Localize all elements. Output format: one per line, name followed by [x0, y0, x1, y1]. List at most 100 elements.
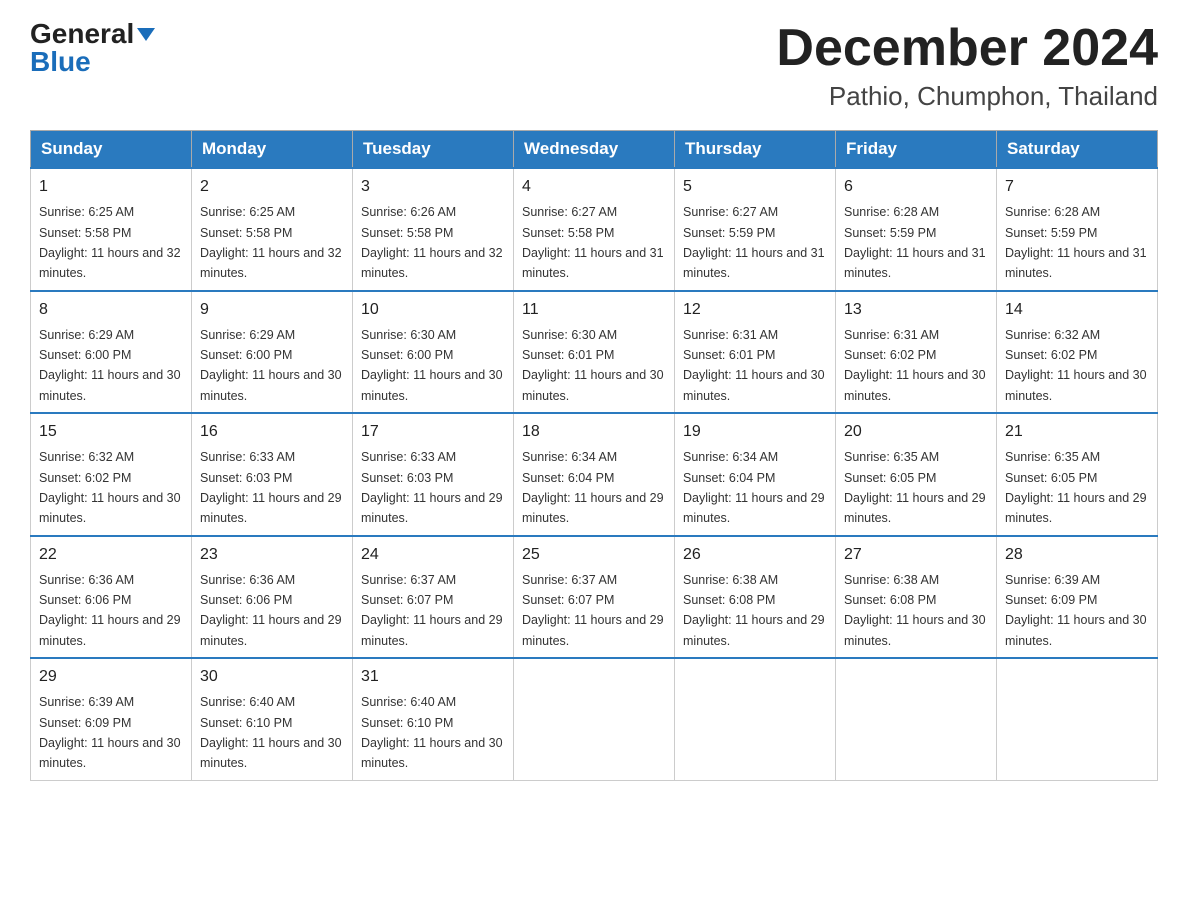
month-title: December 2024 [776, 20, 1158, 77]
day-number: 2 [200, 175, 344, 199]
day-info: Sunrise: 6:30 AMSunset: 6:00 PMDaylight:… [361, 328, 503, 403]
day-info: Sunrise: 6:40 AMSunset: 6:10 PMDaylight:… [361, 695, 503, 770]
day-info: Sunrise: 6:27 AMSunset: 5:59 PMDaylight:… [683, 205, 825, 280]
day-number: 12 [683, 298, 827, 322]
day-number: 18 [522, 420, 666, 444]
day-number: 1 [39, 175, 183, 199]
day-number: 24 [361, 543, 505, 567]
day-number: 22 [39, 543, 183, 567]
week-row-2: 8 Sunrise: 6:29 AMSunset: 6:00 PMDaylight… [31, 291, 1158, 414]
logo-blue: Blue [30, 46, 91, 78]
day-info: Sunrise: 6:34 AMSunset: 6:04 PMDaylight:… [522, 450, 664, 525]
day-number: 19 [683, 420, 827, 444]
day-info: Sunrise: 6:25 AMSunset: 5:58 PMDaylight:… [200, 205, 342, 280]
day-info: Sunrise: 6:36 AMSunset: 6:06 PMDaylight:… [200, 573, 342, 648]
day-cell: 1 Sunrise: 6:25 AMSunset: 5:58 PMDaylight… [31, 168, 192, 291]
day-cell: 30 Sunrise: 6:40 AMSunset: 6:10 PMDayligh… [192, 658, 353, 780]
day-cell: 8 Sunrise: 6:29 AMSunset: 6:00 PMDaylight… [31, 291, 192, 414]
day-info: Sunrise: 6:29 AMSunset: 6:00 PMDaylight:… [39, 328, 181, 403]
day-cell: 19 Sunrise: 6:34 AMSunset: 6:04 PMDayligh… [675, 413, 836, 536]
day-cell: 21 Sunrise: 6:35 AMSunset: 6:05 PMDayligh… [997, 413, 1158, 536]
day-number: 31 [361, 665, 505, 689]
day-cell: 22 Sunrise: 6:36 AMSunset: 6:06 PMDayligh… [31, 536, 192, 659]
day-info: Sunrise: 6:28 AMSunset: 5:59 PMDaylight:… [844, 205, 986, 280]
day-cell: 6 Sunrise: 6:28 AMSunset: 5:59 PMDaylight… [836, 168, 997, 291]
page-header: General Blue December 2024 Pathio, Chump… [30, 20, 1158, 112]
week-row-5: 29 Sunrise: 6:39 AMSunset: 6:09 PMDayligh… [31, 658, 1158, 780]
day-info: Sunrise: 6:38 AMSunset: 6:08 PMDaylight:… [683, 573, 825, 648]
day-cell: 13Sunrise: 6:31 AMSunset: 6:02 PMDayligh… [836, 291, 997, 414]
day-cell: 15Sunrise: 6:32 AMSunset: 6:02 PMDayligh… [31, 413, 192, 536]
day-info: Sunrise: 6:30 AMSunset: 6:01 PMDaylight:… [522, 328, 664, 403]
header-day-thursday: Thursday [675, 131, 836, 169]
day-number: 14 [1005, 298, 1149, 322]
day-info: Sunrise: 6:32 AMSunset: 6:02 PMDaylight:… [39, 450, 181, 525]
location-title: Pathio, Chumphon, Thailand [776, 81, 1158, 112]
title-area: December 2024 Pathio, Chumphon, Thailand [776, 20, 1158, 112]
day-number: 29 [39, 665, 183, 689]
day-cell: 3Sunrise: 6:26 AMSunset: 5:58 PMDaylight… [353, 168, 514, 291]
header-day-wednesday: Wednesday [514, 131, 675, 169]
day-cell: 25 Sunrise: 6:37 AMSunset: 6:07 PMDayligh… [514, 536, 675, 659]
calendar-table: SundayMondayTuesdayWednesdayThursdayFrid… [30, 130, 1158, 781]
day-info: Sunrise: 6:40 AMSunset: 6:10 PMDaylight:… [200, 695, 342, 770]
day-info: Sunrise: 6:36 AMSunset: 6:06 PMDaylight:… [39, 573, 181, 648]
header-day-friday: Friday [836, 131, 997, 169]
day-cell: 11 Sunrise: 6:30 AMSunset: 6:01 PMDayligh… [514, 291, 675, 414]
day-info: Sunrise: 6:39 AMSunset: 6:09 PMDaylight:… [39, 695, 181, 770]
day-number: 25 [522, 543, 666, 567]
day-cell: 18 Sunrise: 6:34 AMSunset: 6:04 PMDayligh… [514, 413, 675, 536]
day-cell: 7Sunrise: 6:28 AMSunset: 5:59 PMDaylight… [997, 168, 1158, 291]
day-number: 8 [39, 298, 183, 322]
day-cell: 20Sunrise: 6:35 AMSunset: 6:05 PMDayligh… [836, 413, 997, 536]
day-cell: 23Sunrise: 6:36 AMSunset: 6:06 PMDayligh… [192, 536, 353, 659]
day-info: Sunrise: 6:29 AMSunset: 6:00 PMDaylight:… [200, 328, 342, 403]
header-row: SundayMondayTuesdayWednesdayThursdayFrid… [31, 131, 1158, 169]
header-day-monday: Monday [192, 131, 353, 169]
header-day-tuesday: Tuesday [353, 131, 514, 169]
day-info: Sunrise: 6:25 AMSunset: 5:58 PMDaylight:… [39, 205, 181, 280]
week-row-3: 15Sunrise: 6:32 AMSunset: 6:02 PMDayligh… [31, 413, 1158, 536]
day-number: 16 [200, 420, 344, 444]
week-row-1: 1 Sunrise: 6:25 AMSunset: 5:58 PMDaylight… [31, 168, 1158, 291]
day-info: Sunrise: 6:31 AMSunset: 6:02 PMDaylight:… [844, 328, 986, 403]
day-number: 26 [683, 543, 827, 567]
logo: General Blue [30, 20, 155, 78]
day-cell [836, 658, 997, 780]
day-info: Sunrise: 6:32 AMSunset: 6:02 PMDaylight:… [1005, 328, 1147, 403]
day-info: Sunrise: 6:35 AMSunset: 6:05 PMDaylight:… [844, 450, 986, 525]
day-number: 4 [522, 175, 666, 199]
day-info: Sunrise: 6:39 AMSunset: 6:09 PMDaylight:… [1005, 573, 1147, 648]
day-info: Sunrise: 6:27 AMSunset: 5:58 PMDaylight:… [522, 205, 664, 280]
day-number: 21 [1005, 420, 1149, 444]
day-cell [675, 658, 836, 780]
day-number: 28 [1005, 543, 1149, 567]
day-number: 6 [844, 175, 988, 199]
day-number: 17 [361, 420, 505, 444]
day-cell: 10Sunrise: 6:30 AMSunset: 6:00 PMDayligh… [353, 291, 514, 414]
day-info: Sunrise: 6:33 AMSunset: 6:03 PMDaylight:… [361, 450, 503, 525]
day-number: 11 [522, 298, 666, 322]
day-cell [997, 658, 1158, 780]
day-number: 3 [361, 175, 505, 199]
day-cell: 29 Sunrise: 6:39 AMSunset: 6:09 PMDayligh… [31, 658, 192, 780]
day-info: Sunrise: 6:33 AMSunset: 6:03 PMDaylight:… [200, 450, 342, 525]
day-info: Sunrise: 6:31 AMSunset: 6:01 PMDaylight:… [683, 328, 825, 403]
day-cell: 9Sunrise: 6:29 AMSunset: 6:00 PMDaylight… [192, 291, 353, 414]
day-cell: 17 Sunrise: 6:33 AMSunset: 6:03 PMDayligh… [353, 413, 514, 536]
day-number: 5 [683, 175, 827, 199]
day-cell: 2 Sunrise: 6:25 AMSunset: 5:58 PMDaylight… [192, 168, 353, 291]
day-info: Sunrise: 6:28 AMSunset: 5:59 PMDaylight:… [1005, 205, 1147, 280]
logo-text: General [30, 20, 155, 48]
day-cell: 28 Sunrise: 6:39 AMSunset: 6:09 PMDayligh… [997, 536, 1158, 659]
day-cell: 5 Sunrise: 6:27 AMSunset: 5:59 PMDaylight… [675, 168, 836, 291]
day-number: 30 [200, 665, 344, 689]
header-day-saturday: Saturday [997, 131, 1158, 169]
day-cell: 31 Sunrise: 6:40 AMSunset: 6:10 PMDayligh… [353, 658, 514, 780]
day-info: Sunrise: 6:34 AMSunset: 6:04 PMDaylight:… [683, 450, 825, 525]
day-info: Sunrise: 6:37 AMSunset: 6:07 PMDaylight:… [522, 573, 664, 648]
day-cell: 12 Sunrise: 6:31 AMSunset: 6:01 PMDayligh… [675, 291, 836, 414]
day-info: Sunrise: 6:35 AMSunset: 6:05 PMDaylight:… [1005, 450, 1147, 525]
header-day-sunday: Sunday [31, 131, 192, 169]
day-cell: 14 Sunrise: 6:32 AMSunset: 6:02 PMDayligh… [997, 291, 1158, 414]
